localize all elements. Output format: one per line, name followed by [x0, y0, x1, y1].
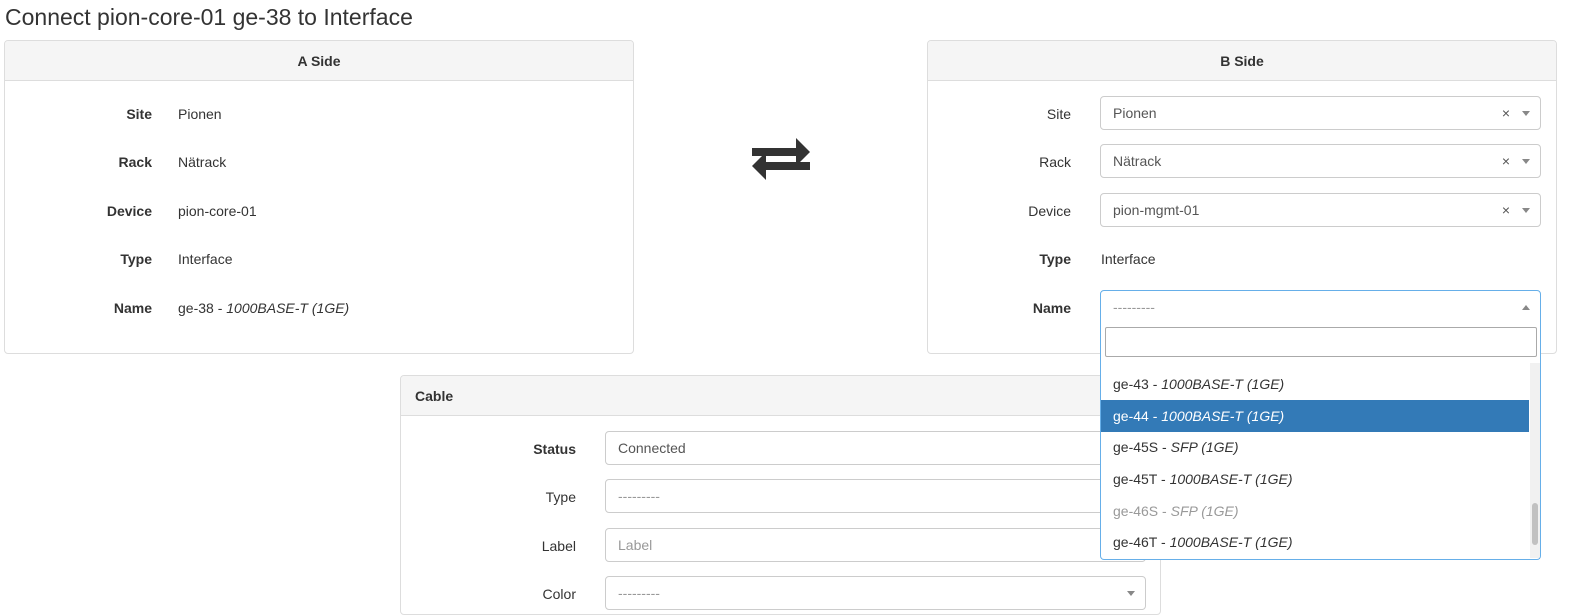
dropdown-option[interactable]: ge-45S - SFP (1GE) [1101, 431, 1529, 463]
cable-type-select[interactable]: --------- [605, 479, 1146, 513]
cable-label-input[interactable]: Label [605, 528, 1146, 562]
b-side-site-select[interactable]: Pionen × [1100, 96, 1541, 130]
chevron-down-icon[interactable] [1127, 591, 1135, 596]
a-side-name-row: Name ge-38 - 1000BASE-T (1GE) [5, 291, 633, 325]
swap-arrows-icon[interactable] [752, 138, 810, 180]
page-title: Connect pion-core-01 ge-38 to Interface [5, 4, 413, 30]
option-name: ge-45S [1113, 439, 1159, 455]
option-separator: - [1148, 408, 1162, 424]
dropdown-scrollbar[interactable] [1530, 363, 1540, 558]
a-side-site-value: Pionen [178, 106, 222, 122]
cable-heading: Cable [401, 376, 1160, 416]
chevron-down-icon[interactable] [1522, 159, 1530, 164]
a-side-name-detail: 1000BASE-T (1GE) [226, 300, 350, 316]
option-separator: - [1158, 503, 1171, 519]
scrollbar-thumb[interactable] [1532, 503, 1538, 545]
b-side-site-selected: Pionen [1113, 105, 1157, 121]
b-side-name-dropdown: ge-43 - 1000BASE-T (1GE) ge-44 - 1000BAS… [1100, 323, 1541, 560]
option-separator: - [1157, 471, 1170, 487]
cable-color-select[interactable]: --------- [605, 576, 1146, 610]
a-side-type-value: Interface [178, 251, 233, 267]
clear-icon[interactable]: × [1502, 145, 1510, 177]
a-side-type-row: Type Interface [5, 242, 633, 276]
cable-color-placeholder: --------- [618, 585, 660, 601]
b-side-type-row: Type Interface [928, 242, 1556, 276]
chevron-down-icon[interactable] [1522, 111, 1530, 116]
cable-color-label: Color [542, 586, 576, 602]
b-side-device-select[interactable]: pion-mgmt-01 × [1100, 193, 1541, 227]
option-detail: 1000BASE-T (1GE) [1161, 376, 1285, 392]
a-side-name-separator: - [213, 300, 227, 316]
a-side-name-label: Name [113, 300, 152, 316]
a-side-site-row: Site Pionen [5, 97, 633, 131]
b-side-name-select[interactable]: --------- [1100, 290, 1541, 324]
a-side-heading: A Side [5, 41, 633, 81]
cable-status-select[interactable]: Connected [605, 431, 1146, 465]
chevron-up-icon[interactable] [1522, 305, 1530, 310]
a-side-panel: A Side Site Pionen Rack Nätrack Device p… [4, 40, 634, 354]
dropdown-option[interactable]: ge-43 - 1000BASE-T (1GE) [1101, 368, 1529, 400]
a-side-site-label: Site [126, 106, 152, 122]
chevron-down-icon[interactable] [1522, 208, 1530, 213]
option-name: ge-44 [1113, 408, 1149, 424]
option-detail: SFP (1GE) [1170, 503, 1239, 519]
cable-type-label: Type [545, 489, 576, 505]
b-side-type-value: Interface [1101, 251, 1156, 267]
option-name: ge-45T [1113, 471, 1158, 487]
clear-icon[interactable]: × [1502, 194, 1510, 226]
a-side-rack-value: Nätrack [178, 154, 227, 170]
b-side-type-label: Type [1039, 251, 1071, 267]
a-side-type-label: Type [120, 251, 152, 267]
option-detail: 1000BASE-T (1GE) [1161, 408, 1285, 424]
option-detail: SFP (1GE) [1170, 439, 1239, 455]
b-side-name-placeholder: --------- [1113, 299, 1155, 315]
b-side-rack-select[interactable]: Nätrack × [1100, 144, 1541, 178]
a-side-device-label: Device [106, 203, 152, 219]
cable-label-label: Label [541, 538, 576, 554]
a-side-name-value: ge-38 - 1000BASE-T (1GE) [178, 291, 349, 325]
b-side-heading: B Side [928, 41, 1556, 81]
option-name: ge-46S [1113, 503, 1159, 519]
a-side-rack-row: Rack Nätrack [5, 145, 633, 179]
option-separator: - [1157, 534, 1170, 550]
dropdown-option[interactable]: ge-46T - 1000BASE-T (1GE) [1101, 526, 1529, 558]
b-side-site-label: Site [1046, 106, 1071, 122]
cable-type-placeholder: --------- [618, 488, 660, 504]
b-side-rack-label: Rack [1039, 154, 1071, 170]
cable-status-selected: Connected [618, 440, 686, 456]
dropdown-option[interactable]: ge-45T - 1000BASE-T (1GE) [1101, 463, 1529, 495]
a-side-rack-label: Rack [118, 154, 152, 170]
b-side-rack-selected: Nätrack [1113, 153, 1162, 169]
a-side-device-row: Device pion-core-01 [5, 194, 633, 228]
option-detail: 1000BASE-T (1GE) [1169, 471, 1293, 487]
b-side-device-label: Device [1028, 203, 1071, 219]
option-separator: - [1148, 376, 1162, 392]
b-side-device-selected: pion-mgmt-01 [1113, 202, 1200, 218]
option-detail: 1000BASE-T (1GE) [1169, 534, 1293, 550]
dropdown-search-input[interactable] [1105, 327, 1537, 357]
cable-status-label: Status [533, 441, 576, 457]
option-name: ge-46T [1113, 534, 1158, 550]
b-side-name-label: Name [1032, 300, 1071, 316]
dropdown-option-disabled: ge-46S - SFP (1GE) [1101, 495, 1529, 527]
option-separator: - [1158, 439, 1171, 455]
a-side-device-value: pion-core-01 [178, 203, 257, 219]
dropdown-option-highlighted[interactable]: ge-44 - 1000BASE-T (1GE) [1101, 400, 1529, 432]
cable-label-placeholder: Label [618, 537, 653, 553]
option-name: ge-43 [1113, 376, 1149, 392]
clear-icon[interactable]: × [1502, 97, 1510, 129]
a-side-name-text: ge-38 [178, 300, 214, 316]
